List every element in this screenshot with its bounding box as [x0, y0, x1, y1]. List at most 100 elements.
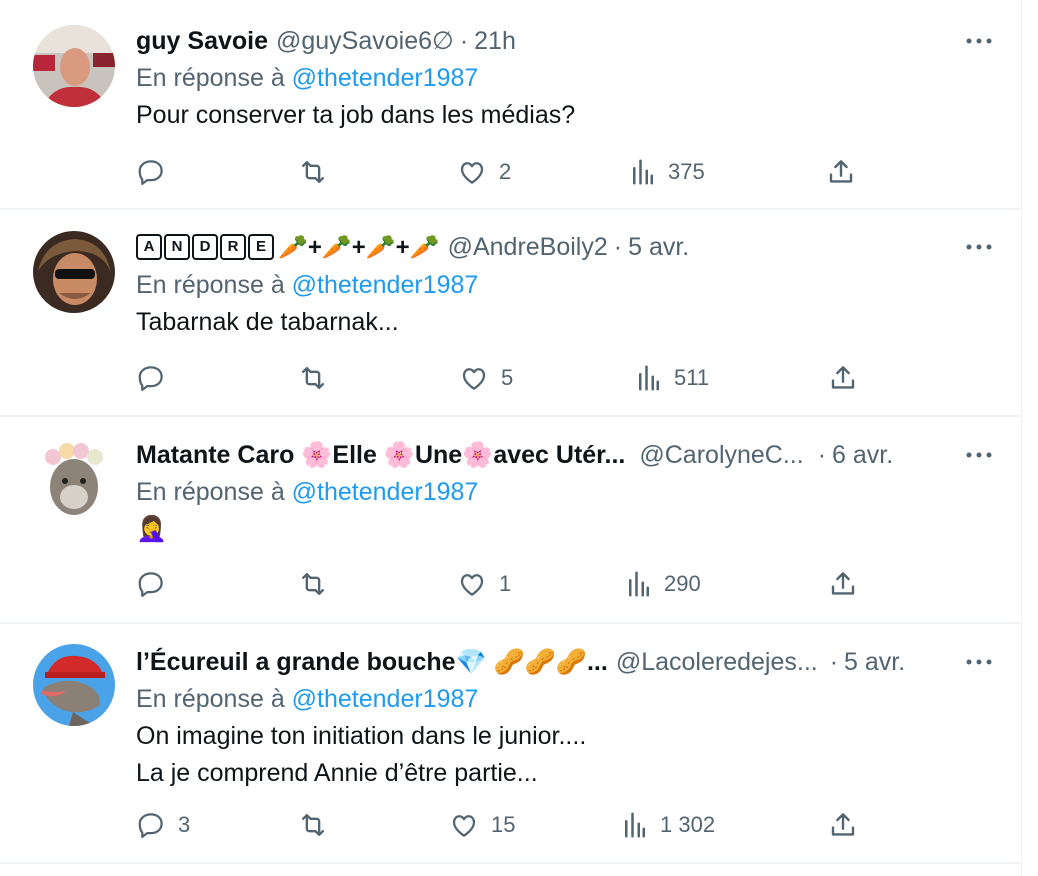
views-count: 375: [668, 159, 705, 184]
name-letter: R: [220, 234, 246, 260]
name-letter: A: [136, 234, 162, 260]
like-button[interactable]: 5: [459, 363, 513, 393]
avatar[interactable]: [33, 437, 115, 519]
display-name[interactable]: Matante Caro 🌸Elle 🌸Une🌸avec Utér...: [136, 441, 625, 470]
reply-mention-link[interactable]: @thetender1987: [292, 271, 479, 299]
tweet[interactable]: A N D R E 🥕+🥕+🥕+🥕 @AndreBoily2 · 5 avr. …: [0, 210, 1022, 417]
avatar[interactable]: [33, 644, 115, 726]
display-name-letters[interactable]: A N D R E: [136, 234, 274, 260]
views-button[interactable]: 290: [626, 569, 701, 599]
reply-button[interactable]: [136, 363, 178, 393]
tweet-header: guy Savoie @guySavoie6∅ · 21h: [136, 24, 516, 58]
retweet-button[interactable]: [297, 810, 341, 840]
reply-button[interactable]: [136, 569, 178, 599]
analytics-icon: [629, 571, 649, 597]
separator: ·: [613, 232, 623, 261]
reply-context: En réponse à @thetender1987: [136, 64, 478, 93]
user-handle[interactable]: @guySavoie6∅: [276, 26, 454, 56]
like-count: 1: [499, 571, 512, 596]
timestamp[interactable]: 6 avr.: [832, 441, 893, 470]
user-handle[interactable]: @AndreBoily2: [448, 233, 608, 262]
heart-icon: [460, 574, 484, 596]
reply-prefix: En réponse à: [136, 685, 285, 713]
tweet-text: On imagine ton initiation dans le junior…: [136, 718, 586, 792]
reply-context: En réponse à @thetender1987: [136, 478, 478, 507]
tweet-text: Pour conserver ta job dans les médias?: [136, 97, 575, 134]
display-name[interactable]: guy Savoie: [136, 27, 268, 56]
reply-mention-link[interactable]: @thetender1987: [292, 685, 479, 713]
share-icon: [831, 366, 855, 389]
reply-context: En réponse à @thetender1987: [136, 685, 478, 714]
views-count: 1 302: [660, 812, 716, 837]
tweet-text: Tabarnak de tabarnak...: [136, 304, 399, 341]
tweet[interactable]: guy Savoie @guySavoie6∅ · 21h En réponse…: [0, 0, 1022, 210]
reply-icon: [138, 572, 163, 597]
display-name-suffix[interactable]: 🥕+🥕+🥕+🥕: [278, 233, 440, 262]
timestamp[interactable]: 5 avr.: [628, 233, 689, 262]
reply-mention-link[interactable]: @thetender1987: [292, 478, 479, 506]
share-icon: [829, 160, 853, 183]
tweet-text-line: La je comprend Annie d’être partie...: [136, 759, 538, 787]
heart-icon: [452, 815, 476, 837]
user-handle[interactable]: @CarolyneC...: [639, 441, 803, 470]
views-count: 290: [664, 571, 701, 596]
reply-prefix: En réponse à: [136, 478, 285, 506]
views-button[interactable]: 1 302: [622, 810, 715, 840]
views-button[interactable]: 375: [630, 157, 705, 187]
avatar[interactable]: [33, 231, 115, 313]
timestamp[interactable]: 21h: [474, 27, 516, 56]
display-name[interactable]: l’Écureuil a grande bouche💎 🥜🥜🥜...: [136, 648, 608, 677]
analytics-icon: [639, 365, 659, 391]
tweet-header: Matante Caro 🌸Elle 🌸Une🌸avec Utér... @Ca…: [136, 438, 893, 472]
tweet[interactable]: l’Écureuil a grande bouche💎 🥜🥜🥜... @Laco…: [0, 624, 1022, 864]
share-button[interactable]: [828, 810, 858, 840]
retweet-button[interactable]: [297, 363, 341, 393]
like-button[interactable]: 2: [457, 157, 511, 187]
reply-button[interactable]: 3: [136, 810, 190, 840]
timestamp[interactable]: 5 avr.: [844, 648, 905, 677]
more-options-icon[interactable]: [963, 645, 995, 679]
more-options-icon[interactable]: [963, 438, 995, 472]
retweet-icon: [301, 572, 325, 596]
name-letter: E: [248, 234, 274, 260]
reply-prefix: En réponse à: [136, 64, 285, 92]
heart-icon: [462, 368, 486, 390]
reply-count: 3: [178, 812, 191, 837]
views-button[interactable]: 511: [636, 363, 709, 393]
tweet[interactable]: Matante Caro 🌸Elle 🌸Une🌸avec Utér... @Ca…: [0, 417, 1022, 624]
reply-icon: [138, 813, 163, 838]
separator: ·: [459, 26, 469, 55]
more-options-icon[interactable]: [963, 230, 995, 264]
reply-mention-link[interactable]: @thetender1987: [292, 64, 479, 92]
reply-icon: [138, 160, 163, 185]
retweet-icon: [301, 366, 325, 390]
retweet-icon: [301, 813, 325, 837]
retweet-button[interactable]: [297, 157, 341, 187]
tweet-text-line: On imagine ton initiation dans le junior…: [136, 722, 587, 750]
tweet-text-line: Pour conserver ta job dans les médias?: [136, 101, 576, 129]
share-button[interactable]: [826, 157, 856, 187]
reply-prefix: En réponse à: [136, 271, 285, 299]
like-button[interactable]: 15: [449, 810, 515, 840]
reply-button[interactable]: [136, 157, 178, 187]
timeline: guy Savoie @guySavoie6∅ · 21h En réponse…: [0, 0, 1022, 876]
tweet-text-line: 🤦‍♀️: [136, 515, 168, 543]
tweet-text-line: Tabarnak de tabarnak...: [136, 308, 399, 336]
avatar[interactable]: [33, 25, 115, 107]
share-button[interactable]: [828, 363, 858, 393]
analytics-icon: [625, 812, 645, 838]
reply-icon: [138, 366, 163, 391]
name-letter: D: [192, 234, 218, 260]
share-icon: [831, 813, 855, 836]
like-count: 15: [491, 812, 516, 837]
name-letter: N: [164, 234, 190, 260]
tweet-header: A N D R E 🥕+🥕+🥕+🥕 @AndreBoily2 · 5 avr.: [136, 230, 689, 264]
separator: ·: [817, 440, 827, 469]
separator: ·: [829, 647, 839, 676]
more-options-icon[interactable]: [963, 24, 995, 58]
retweet-button[interactable]: [297, 569, 341, 599]
user-handle[interactable]: @Lacoleredejes...: [616, 648, 818, 677]
like-button[interactable]: 1: [457, 569, 511, 599]
share-button[interactable]: [828, 569, 858, 599]
tweet-text: 🤦‍♀️: [136, 511, 167, 548]
